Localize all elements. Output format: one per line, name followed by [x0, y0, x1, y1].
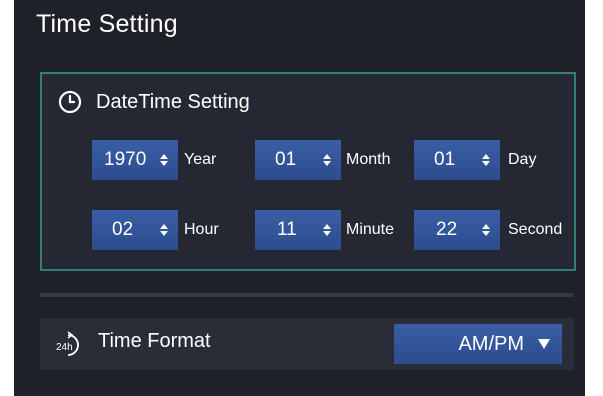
datetime-setting-group: DateTime Setting 1970 Year 01 Month 01 D…: [40, 72, 576, 271]
day-value: 01: [434, 149, 456, 170]
month-value: 01: [275, 149, 297, 170]
minute-unit-label: Minute: [346, 221, 395, 238]
year-spinner[interactable]: 1970: [92, 140, 178, 180]
24h-clock-icon: 24h: [56, 331, 79, 356]
spinner-arrows-icon[interactable]: [322, 223, 332, 237]
spinner-arrows-icon[interactable]: [481, 153, 491, 167]
spinner-arrows-icon[interactable]: [322, 153, 332, 167]
page-title: Time Setting: [36, 10, 178, 38]
spinner-arrows-icon[interactable]: [481, 223, 491, 237]
date-row: 1970 Year 01 Month 01 Day: [42, 140, 574, 180]
minute-value: 11: [277, 219, 297, 240]
datetime-header: DateTime Setting: [58, 90, 250, 114]
spinner-arrows-icon[interactable]: [159, 153, 169, 167]
time-format-row: 24h Time Format AM/PM: [40, 318, 574, 370]
spinner-arrows-icon[interactable]: [159, 223, 169, 237]
time-format-selected: AM/PM: [458, 332, 524, 355]
hour-value: 02: [112, 219, 134, 240]
section-divider: [40, 293, 574, 297]
month-unit-label: Month: [346, 151, 391, 168]
datetime-header-label: DateTime Setting: [96, 90, 250, 113]
24h-icon-text: 24h: [56, 342, 73, 353]
time-format-label: Time Format: [98, 330, 211, 352]
hour-unit-label: Hour: [184, 221, 219, 238]
dropdown-caret-icon: [538, 339, 550, 349]
time-row: 02 Hour 11 Minute 22 Second: [42, 210, 574, 250]
time-format-dropdown[interactable]: AM/PM: [394, 324, 562, 364]
day-unit-label: Day: [508, 151, 537, 168]
day-spinner[interactable]: 01: [414, 140, 500, 180]
second-unit-label: Second: [508, 221, 563, 238]
second-spinner[interactable]: 22: [414, 210, 500, 250]
clock-icon: [58, 90, 82, 114]
time-setting-panel: Time Setting DateTime Setting 1970 Year …: [14, 0, 585, 396]
year-value: 1970: [104, 149, 147, 170]
year-unit-label: Year: [184, 151, 217, 168]
minute-spinner[interactable]: 11: [255, 210, 341, 250]
hour-spinner[interactable]: 02: [92, 210, 178, 250]
second-value: 22: [436, 219, 458, 240]
month-spinner[interactable]: 01: [255, 140, 341, 180]
